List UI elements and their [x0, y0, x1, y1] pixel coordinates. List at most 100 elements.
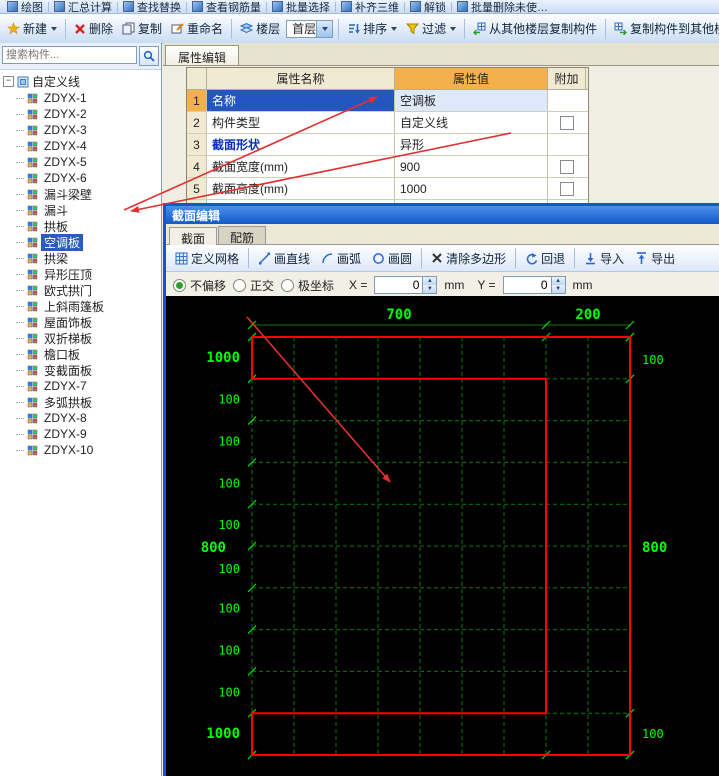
tree-item[interactable]: ZDYX-3: [3, 122, 161, 138]
new-button[interactable]: 新建: [4, 18, 60, 39]
tree-item[interactable]: ZDYX-7: [3, 378, 161, 394]
combo-dropdown-button[interactable]: [316, 20, 333, 37]
x-value-input[interactable]: [375, 277, 423, 293]
tree-root[interactable]: − 自定义线: [3, 73, 161, 90]
tree-item[interactable]: 异形压顶: [3, 266, 161, 282]
tree-item[interactable]: ZDYX-2: [3, 106, 161, 122]
tree-item-label: ZDYX-4: [44, 139, 87, 153]
draw-arc-button[interactable]: 画弧: [317, 249, 365, 268]
copy-from-floor-button[interactable]: 从其他楼层复制构件: [470, 18, 600, 39]
spin-down-icon[interactable]: ▼: [423, 285, 437, 293]
toolbar-button[interactable]: 汇总计算: [51, 0, 115, 13]
tree-item[interactable]: ZDYX-6: [3, 170, 161, 186]
search-input[interactable]: [2, 46, 137, 64]
circle-icon: [373, 252, 384, 264]
extra-checkbox[interactable]: [560, 159, 574, 174]
toolbar-button[interactable]: 查看钢筋量: [189, 0, 264, 14]
tree-item[interactable]: 双折梯板: [3, 330, 161, 346]
property-value[interactable]: 空调板: [395, 90, 548, 111]
copy-to-floor-button[interactable]: 复制构件到其他楼层: [611, 18, 719, 39]
spinner-buttons[interactable]: ▲ ▼: [422, 277, 437, 293]
svg-text:100: 100: [642, 727, 664, 741]
property-row[interactable]: 5 截面高度(mm) 1000: [187, 178, 588, 200]
property-value[interactable]: 异形: [395, 134, 548, 155]
floor-button[interactable]: 楼层: [237, 18, 283, 39]
copy-button[interactable]: 复制: [119, 18, 165, 39]
tree-item[interactable]: 檐口板: [3, 346, 161, 362]
tree-item[interactable]: 屋面饰板: [3, 314, 161, 330]
tree-item[interactable]: 漏斗: [3, 202, 161, 218]
tree-item[interactable]: ZDYX-1: [3, 90, 161, 106]
x-unit-label: mm: [444, 278, 465, 292]
section-canvas[interactable]: 700 200 1000 100 100 100 100 800 100 100 100 100 100…: [166, 296, 719, 776]
collapse-icon[interactable]: −: [3, 76, 14, 87]
clear-polygon-label: 清除多边形: [446, 251, 507, 266]
dialog-titlebar[interactable]: 截面编辑: [166, 206, 719, 224]
tree-item-label: 空调板: [41, 233, 84, 251]
tree-connector: [16, 449, 24, 451]
spin-down-icon[interactable]: ▼: [551, 285, 565, 293]
property-name: 名称: [207, 90, 395, 111]
polar-radio[interactable]: 极坐标: [281, 277, 334, 294]
extra-checkbox[interactable]: [560, 181, 574, 196]
draw-circle-button[interactable]: 画圆: [368, 249, 416, 268]
tree-item[interactable]: 上斜雨篷板: [3, 298, 161, 314]
property-value[interactable]: 自定义线: [395, 112, 548, 133]
no-offset-radio[interactable]: 不偏移: [173, 277, 226, 294]
tree-item-label: ZDYX-1: [44, 91, 87, 105]
import-button[interactable]: 导入: [580, 249, 628, 268]
tree-item[interactable]: 变截面板: [3, 362, 161, 378]
toolbar-button[interactable]: 解锁: [407, 0, 449, 14]
toolbar-button-label: 查看钢筋量: [206, 1, 261, 14]
sort-button[interactable]: 排序: [344, 18, 400, 39]
property-row[interactable]: 2 构件类型 自定义线: [187, 112, 588, 134]
tab-rebar[interactable]: 配筋: [218, 226, 267, 245]
tree-item[interactable]: ZDYX-8: [3, 410, 161, 426]
toolbar-button[interactable]: 批量选择: [269, 0, 333, 13]
tree-item-label: 异形压顶: [44, 267, 93, 282]
property-name: 截面宽度(mm): [207, 156, 395, 177]
tree-item[interactable]: ZDYX-4: [3, 138, 161, 154]
define-grid-button[interactable]: 定义网格: [171, 249, 243, 268]
toolbar-button[interactable]: 补齐三维: [338, 0, 402, 13]
tree-item[interactable]: ZDYX-10: [3, 442, 161, 458]
component-icon: [27, 445, 38, 455]
undo-button[interactable]: 回退: [521, 249, 569, 268]
toolbar-button[interactable]: 查找替换: [120, 0, 184, 13]
undo-label: 回退: [541, 251, 566, 266]
ortho-radio[interactable]: 正交: [233, 277, 274, 294]
export-button[interactable]: 导出: [631, 249, 679, 268]
property-value[interactable]: 900: [395, 156, 548, 177]
toolbar-button-label: 解锁: [424, 1, 446, 14]
arc-icon: [322, 252, 333, 263]
filter-button[interactable]: 过滤: [403, 18, 459, 39]
property-row[interactable]: 4 截面宽度(mm) 900: [187, 156, 588, 178]
floor-select[interactable]: 首层: [286, 19, 334, 38]
search-button[interactable]: [139, 46, 159, 66]
delete-button[interactable]: 删除: [71, 18, 116, 39]
rename-button[interactable]: 重命名: [168, 18, 226, 39]
spinner-buttons[interactable]: ▲ ▼: [550, 277, 565, 293]
clear-polygon-button[interactable]: 清除多边形: [427, 249, 510, 268]
extra-checkbox[interactable]: [560, 115, 574, 130]
tree-item[interactable]: 拱板: [3, 218, 161, 234]
property-row[interactable]: 3 截面形状 异形: [187, 134, 588, 156]
tree-item[interactable]: ZDYX-9: [3, 426, 161, 442]
tree-item[interactable]: 空调板: [3, 233, 161, 251]
tab-property-editor[interactable]: 属性编辑: [165, 45, 240, 65]
draw-line-button[interactable]: 画直线: [254, 249, 314, 268]
tree-item[interactable]: 拱梁: [3, 250, 161, 266]
tree-item[interactable]: 欧式拱门: [3, 282, 161, 298]
spin-up-icon[interactable]: ▲: [551, 277, 565, 285]
toolbar-button[interactable]: 批量删除未使…: [454, 0, 551, 13]
spin-up-icon[interactable]: ▲: [423, 277, 437, 285]
property-row[interactable]: 1 名称 空调板: [187, 90, 588, 112]
dialog-tabbar: 截面 配筋: [166, 224, 719, 246]
y-value-input[interactable]: [503, 277, 551, 293]
tree-item[interactable]: 多弧拱板: [3, 394, 161, 410]
toolbar-button[interactable]: 绘图: [4, 0, 46, 13]
tree-item[interactable]: 漏斗梁壁: [3, 186, 161, 202]
tree-item[interactable]: ZDYX-5: [3, 154, 161, 170]
property-value[interactable]: 1000: [395, 178, 548, 199]
tab-section[interactable]: 截面: [169, 227, 218, 246]
